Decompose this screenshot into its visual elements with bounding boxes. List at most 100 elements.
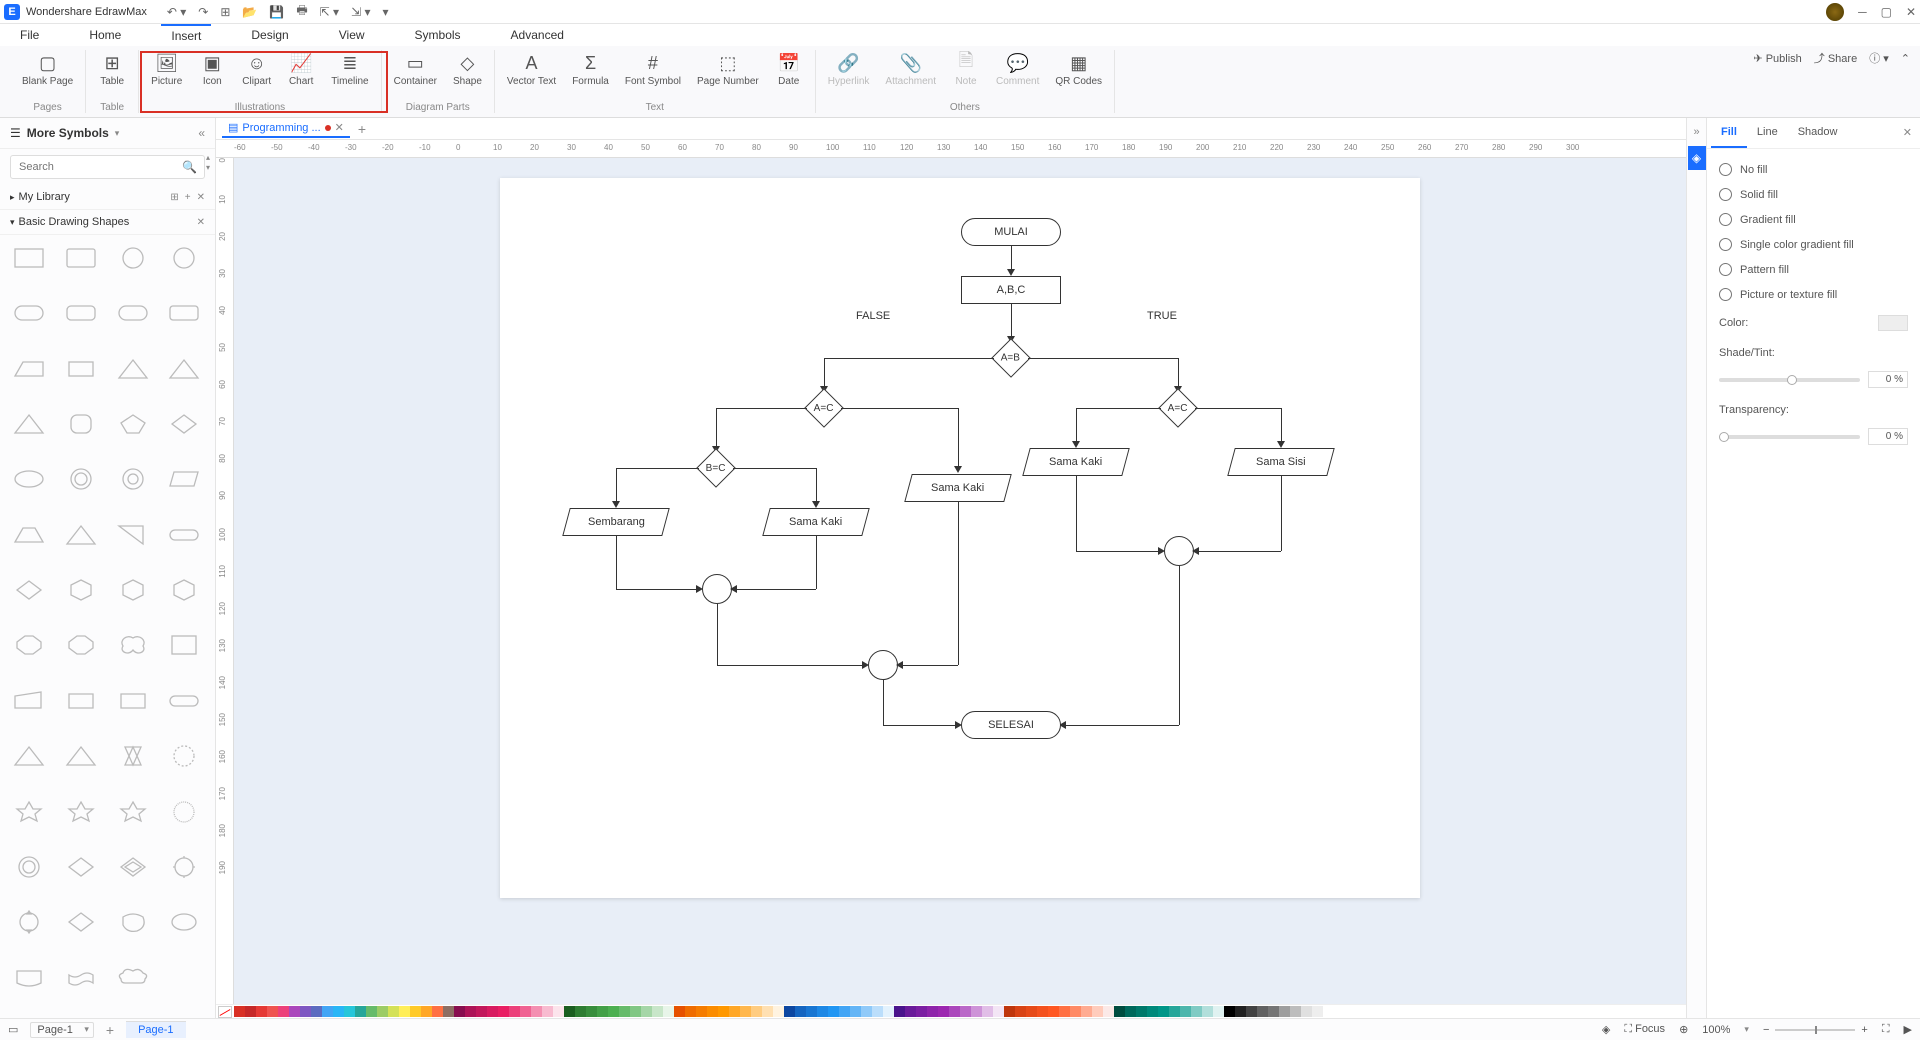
connector[interactable] bbox=[883, 725, 959, 726]
connector[interactable] bbox=[1063, 725, 1179, 726]
shape-stencil[interactable] bbox=[163, 354, 205, 384]
connector[interactable] bbox=[616, 468, 699, 469]
page-tab[interactable]: Page-1 bbox=[126, 1021, 185, 1038]
connector[interactable] bbox=[824, 358, 994, 359]
shape-stencil[interactable] bbox=[112, 630, 154, 660]
color-swatch[interactable] bbox=[1301, 1006, 1312, 1017]
color-swatch[interactable] bbox=[1279, 1006, 1290, 1017]
publish-button[interactable]: ✈ Publish bbox=[1753, 52, 1801, 65]
fill-tool-icon[interactable]: ◈ bbox=[1688, 146, 1706, 170]
shape-stencil[interactable] bbox=[8, 741, 50, 771]
color-swatch[interactable] bbox=[960, 1006, 971, 1017]
menu-design[interactable]: Design bbox=[241, 25, 298, 45]
color-swatch[interactable] bbox=[1037, 1006, 1048, 1017]
radio-solid-fill[interactable]: Solid fill bbox=[1719, 182, 1908, 207]
hyperlink-button[interactable]: 🔗Hyperlink bbox=[824, 50, 874, 89]
color-swatch[interactable] bbox=[784, 1006, 795, 1017]
connector[interactable] bbox=[733, 468, 816, 469]
maximize-icon[interactable]: ▢ bbox=[1881, 5, 1892, 19]
canvas-background[interactable]: MULAI A,B,C FALSE TRUE A=B A=C bbox=[234, 158, 1686, 1004]
color-swatch[interactable] bbox=[1125, 1006, 1136, 1017]
no-fill-swatch[interactable] bbox=[218, 1006, 232, 1018]
color-swatch[interactable] bbox=[355, 1006, 366, 1017]
color-swatch[interactable] bbox=[938, 1006, 949, 1017]
qat-more-icon[interactable]: ▾ bbox=[382, 5, 388, 19]
my-library-section[interactable]: ▸My Library ⊞+✕ bbox=[0, 185, 215, 210]
connector[interactable] bbox=[616, 468, 617, 503]
connector[interactable] bbox=[717, 665, 866, 666]
color-swatch[interactable] bbox=[399, 1006, 410, 1017]
color-swatch[interactable] bbox=[344, 1006, 355, 1017]
add-tab-button[interactable]: + bbox=[358, 121, 366, 137]
color-swatch[interactable] bbox=[1202, 1006, 1213, 1017]
shape-stencil[interactable] bbox=[112, 298, 154, 328]
menu-view[interactable]: View bbox=[329, 25, 375, 45]
focus-button[interactable]: ⛶ Focus bbox=[1624, 1023, 1665, 1036]
color-swatch[interactable] bbox=[586, 1006, 597, 1017]
shape-stencil[interactable] bbox=[112, 852, 154, 882]
shape-aeb[interactable]: A=B bbox=[991, 338, 1031, 378]
color-swatch[interactable] bbox=[685, 1006, 696, 1017]
color-swatch[interactable] bbox=[619, 1006, 630, 1017]
blank-page-button[interactable]: ▢Blank Page bbox=[18, 50, 77, 89]
shape-stencil[interactable] bbox=[60, 852, 102, 882]
shape-stencil[interactable] bbox=[60, 520, 102, 550]
color-swatch[interactable] bbox=[1081, 1006, 1092, 1017]
open-icon[interactable]: 📂 bbox=[242, 5, 257, 19]
color-swatch[interactable] bbox=[806, 1006, 817, 1017]
zoom-in-icon[interactable]: + bbox=[1861, 1024, 1867, 1036]
shape-stencil[interactable] bbox=[112, 520, 154, 550]
collapse-left-panel-icon[interactable]: « bbox=[198, 126, 205, 140]
shape-stencil[interactable] bbox=[60, 243, 102, 273]
shape-stencil[interactable] bbox=[112, 575, 154, 605]
color-swatch[interactable] bbox=[1004, 1006, 1015, 1017]
lib-grid-icon[interactable]: ⊞ bbox=[170, 192, 178, 203]
color-swatch[interactable] bbox=[575, 1006, 586, 1017]
color-swatch[interactable] bbox=[652, 1006, 663, 1017]
shape-stencil[interactable] bbox=[60, 298, 102, 328]
color-swatch[interactable] bbox=[982, 1006, 993, 1017]
page[interactable]: MULAI A,B,C FALSE TRUE A=B A=C bbox=[500, 178, 1420, 898]
menu-home[interactable]: Home bbox=[79, 25, 131, 45]
panel-close-icon[interactable]: ✕ bbox=[1899, 118, 1916, 148]
transparency-slider[interactable] bbox=[1719, 435, 1860, 439]
color-swatch[interactable] bbox=[1268, 1006, 1279, 1017]
color-swatch[interactable] bbox=[1323, 1006, 1334, 1017]
color-swatch[interactable] bbox=[1312, 1006, 1323, 1017]
radio-no-fill[interactable]: No fill bbox=[1719, 157, 1908, 182]
shape-button[interactable]: ◇Shape bbox=[449, 50, 486, 89]
share-button[interactable]: ⤴ Share bbox=[1814, 50, 1857, 66]
shape-stencil[interactable] bbox=[8, 298, 50, 328]
color-swatch[interactable] bbox=[245, 1006, 256, 1017]
color-swatch[interactable] bbox=[388, 1006, 399, 1017]
connector[interactable] bbox=[816, 536, 817, 589]
shapes-close-icon[interactable]: ✕ bbox=[197, 217, 205, 228]
page-number-button[interactable]: ⬚Page Number bbox=[693, 50, 763, 89]
shape-stencil[interactable] bbox=[8, 963, 50, 993]
search-icon[interactable]: 🔍 bbox=[182, 160, 197, 174]
shape-selesai[interactable]: SELESAI bbox=[961, 711, 1061, 739]
new-icon[interactable]: ⊞ bbox=[220, 5, 230, 19]
shape-samakaki-mid[interactable]: Sama Kaki bbox=[904, 474, 1012, 502]
color-swatch[interactable] bbox=[1235, 1006, 1246, 1017]
color-swatch[interactable] bbox=[729, 1006, 740, 1017]
connector[interactable] bbox=[1076, 551, 1162, 552]
color-swatch[interactable] bbox=[740, 1006, 751, 1017]
shape-stencil[interactable] bbox=[163, 409, 205, 439]
color-swatch[interactable] bbox=[1136, 1006, 1147, 1017]
color-swatch[interactable] bbox=[905, 1006, 916, 1017]
color-swatch[interactable] bbox=[718, 1006, 729, 1017]
color-swatch[interactable] bbox=[1103, 1006, 1114, 1017]
color-swatch[interactable] bbox=[531, 1006, 542, 1017]
close-icon[interactable]: ✕ bbox=[1906, 5, 1916, 19]
connector[interactable] bbox=[1076, 408, 1161, 409]
color-swatch[interactable] bbox=[872, 1006, 883, 1017]
shape-stencil[interactable] bbox=[112, 963, 154, 993]
color-swatch[interactable] bbox=[751, 1006, 762, 1017]
connector[interactable] bbox=[616, 589, 700, 590]
shape-stencil[interactable] bbox=[60, 907, 102, 937]
shape-stencil[interactable] bbox=[60, 409, 102, 439]
save-icon[interactable]: 💾 bbox=[269, 5, 284, 19]
shape-abc[interactable]: A,B,C bbox=[961, 276, 1061, 304]
color-swatch[interactable] bbox=[498, 1006, 509, 1017]
